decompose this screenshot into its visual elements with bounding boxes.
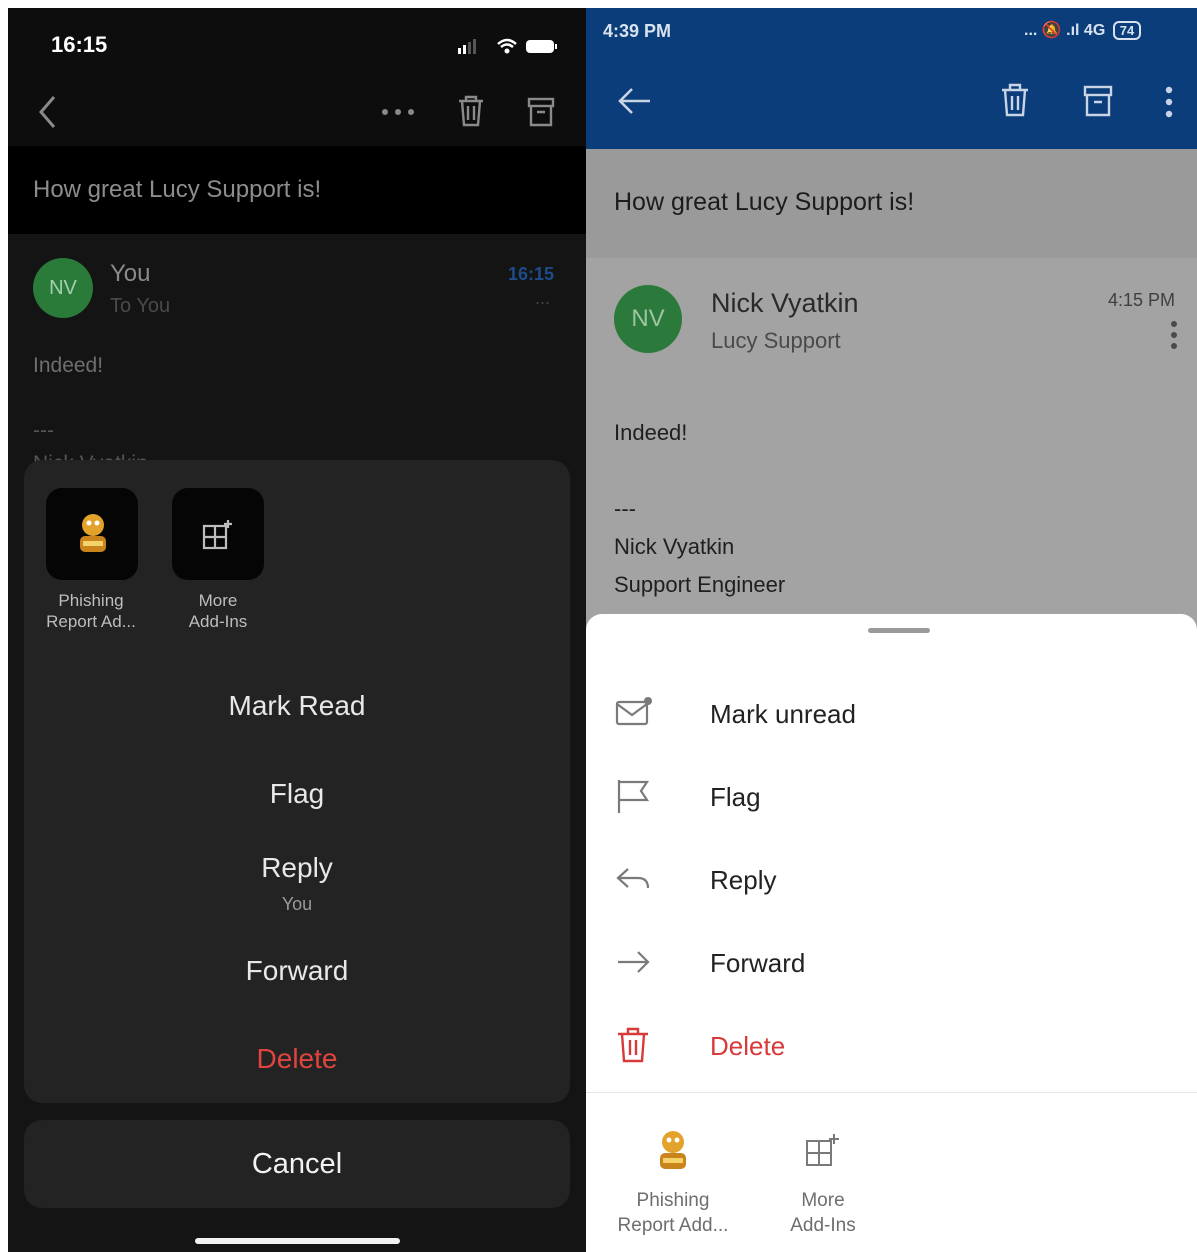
archive-icon[interactable] [526,96,556,128]
forward-icon [618,951,650,973]
status-icons: ... 🔕 .ıl 4G 74 [1024,20,1142,40]
signal-wifi-battery-icon [458,38,557,54]
ios-status-bar: 16:15 [8,8,586,80]
action-label: Forward [710,948,806,978]
avatar: NV [614,285,682,353]
sender-org: Lucy Support [711,328,841,353]
message-more-icon[interactable] [1169,320,1179,350]
message-time: 16:15 [508,264,555,284]
message-more-icon[interactable]: ... [535,288,550,309]
addin-label: More Add-Ins [188,591,248,631]
sender-name: Nick Vyatkin [711,288,859,318]
flag-icon [617,780,650,813]
home-indicator [195,1238,400,1244]
addin-phishing-report[interactable]: Phishing Report Add... [593,1188,753,1238]
reply-recipient: You [281,894,313,914]
overflow-menu-icon[interactable] [1164,86,1174,118]
android-outlook-screen: 4:39 PM ... 🔕 .ıl 4G 74 How great Lucy S… [586,8,1197,1252]
trash-icon[interactable] [1000,82,1030,118]
ios-outlook-screen: 16:15 How great Lucy Support is! NV You [8,8,586,1252]
flag-button[interactable]: Flag [586,761,1197,831]
body-line: Indeed! [33,354,104,377]
action-label: Flag [710,782,761,812]
body-line: --- [614,496,636,521]
action-label: Delete [710,1031,786,1061]
status-indicators: ... 🔕 .ıl 4G [1024,22,1106,39]
lucy-logo-icon[interactable] [653,1129,693,1173]
mail-unread-icon [615,697,652,726]
add-ins-icon [202,520,232,550]
addin-more[interactable] [172,488,264,580]
action-sheet: Phishing Report Ad... More Add-Ins Mark … [24,460,570,1103]
android-app-bar: 4:39 PM ... 🔕 .ıl 4G 74 [586,8,1197,149]
message-subject: How great Lucy Support is! [33,176,322,203]
addin-more[interactable]: More Add-Ins [743,1188,903,1238]
add-ins-icon[interactable] [805,1132,841,1168]
message-time: 4:15 PM [1108,290,1176,310]
bottom-sheet: Mark unread Flag Reply Forward Delete Ph… [586,614,1197,1252]
trash-icon [618,1027,648,1063]
reply-button[interactable]: Reply [586,844,1197,914]
body-line: Indeed! [614,420,688,445]
divider [586,1092,1197,1093]
forward-button[interactable]: Forward [586,927,1197,997]
reply-button[interactable]: Reply [24,852,570,884]
back-arrow-icon[interactable] [616,86,652,116]
lucy-logo-icon [80,514,106,552]
action-label: Mark unread [710,699,856,729]
delete-button[interactable]: Delete [24,1043,570,1075]
status-time: 16:15 [51,32,108,57]
cancel-button[interactable]: Cancel [24,1120,570,1208]
body-line: Nick Vyatkin [614,534,735,559]
flag-button[interactable]: Flag [24,778,570,810]
ios-toolbar [8,80,586,146]
mark-read-button[interactable]: Mark Read [24,690,570,722]
avatar: NV [33,258,93,318]
body-line: --- [33,419,54,442]
addin-label: Phishing Report Ad... [46,591,136,631]
message-subject-bar: How great Lucy Support is! [8,146,586,234]
message-subject: How great Lucy Support is! [614,188,915,216]
body-line: Support Engineer [614,572,786,597]
recipient: To You [110,295,171,317]
more-icon[interactable] [380,108,416,116]
addin-phishing-report[interactable] [46,488,138,580]
action-label: Reply [710,865,777,895]
mark-unread-button[interactable]: Mark unread [586,678,1197,748]
reply-icon [616,868,650,889]
sheet-drag-handle[interactable] [868,628,930,633]
sender-name: You [110,260,151,287]
archive-icon[interactable] [1082,84,1114,118]
trash-icon[interactable] [456,94,486,128]
back-icon[interactable] [36,94,58,130]
delete-button[interactable]: Delete [586,1010,1197,1080]
battery-icon: 74 [1112,21,1142,40]
status-time: 4:39 PM [603,21,672,41]
forward-button[interactable]: Forward [24,955,570,987]
